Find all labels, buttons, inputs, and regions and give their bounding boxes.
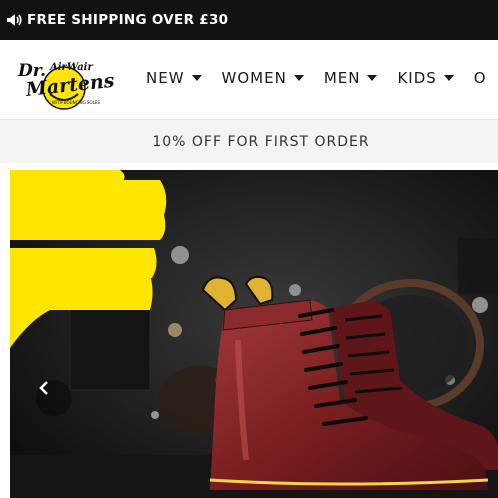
- nav-item-kids[interactable]: KIDS: [397, 69, 454, 87]
- nav-item-label: NEW: [146, 69, 185, 87]
- caret-down-icon: [293, 75, 304, 81]
- announcement-bar: FREE SHIPPING OVER £30: [0, 0, 498, 40]
- megaphone-icon: [7, 14, 22, 26]
- svg-text:WITH BOUNCING SOLES: WITH BOUNCING SOLES: [52, 100, 100, 105]
- promo-banner[interactable]: 10% OFF FOR FIRST ORDER: [0, 120, 498, 163]
- hero-carousel[interactable]: [10, 170, 498, 498]
- nav-item-label: O: [473, 69, 487, 87]
- nav-item-label: MEN: [323, 69, 361, 87]
- nav-item-other[interactable]: O: [474, 69, 487, 87]
- brand-logo[interactable]: Dr. AirWair Martens WITH BOUNCING SOLES: [14, 52, 114, 112]
- caret-down-icon: [191, 75, 202, 81]
- nav-item-men[interactable]: MEN: [324, 69, 378, 87]
- chevron-left-icon: [39, 381, 48, 395]
- svg-text:AirWair: AirWair: [49, 62, 93, 73]
- nav-item-label: WOMEN: [221, 69, 287, 87]
- site-header: Dr. AirWair Martens WITH BOUNCING SOLES …: [0, 40, 498, 120]
- announcement-text: FREE SHIPPING OVER £30: [27, 12, 229, 28]
- caret-down-icon: [443, 75, 454, 81]
- promo-text: 10% OFF FOR FIRST ORDER: [152, 133, 370, 150]
- main-nav: NEW WOMEN MEN KIDS O: [146, 69, 498, 87]
- carousel-next-button[interactable]: [458, 238, 498, 294]
- caret-down-icon: [367, 75, 378, 81]
- nav-item-label: KIDS: [397, 69, 437, 87]
- carousel-prev-button[interactable]: [36, 380, 72, 416]
- nav-item-women[interactable]: WOMEN: [222, 69, 304, 87]
- hero-image: [10, 170, 498, 498]
- nav-item-new[interactable]: NEW: [146, 69, 202, 87]
